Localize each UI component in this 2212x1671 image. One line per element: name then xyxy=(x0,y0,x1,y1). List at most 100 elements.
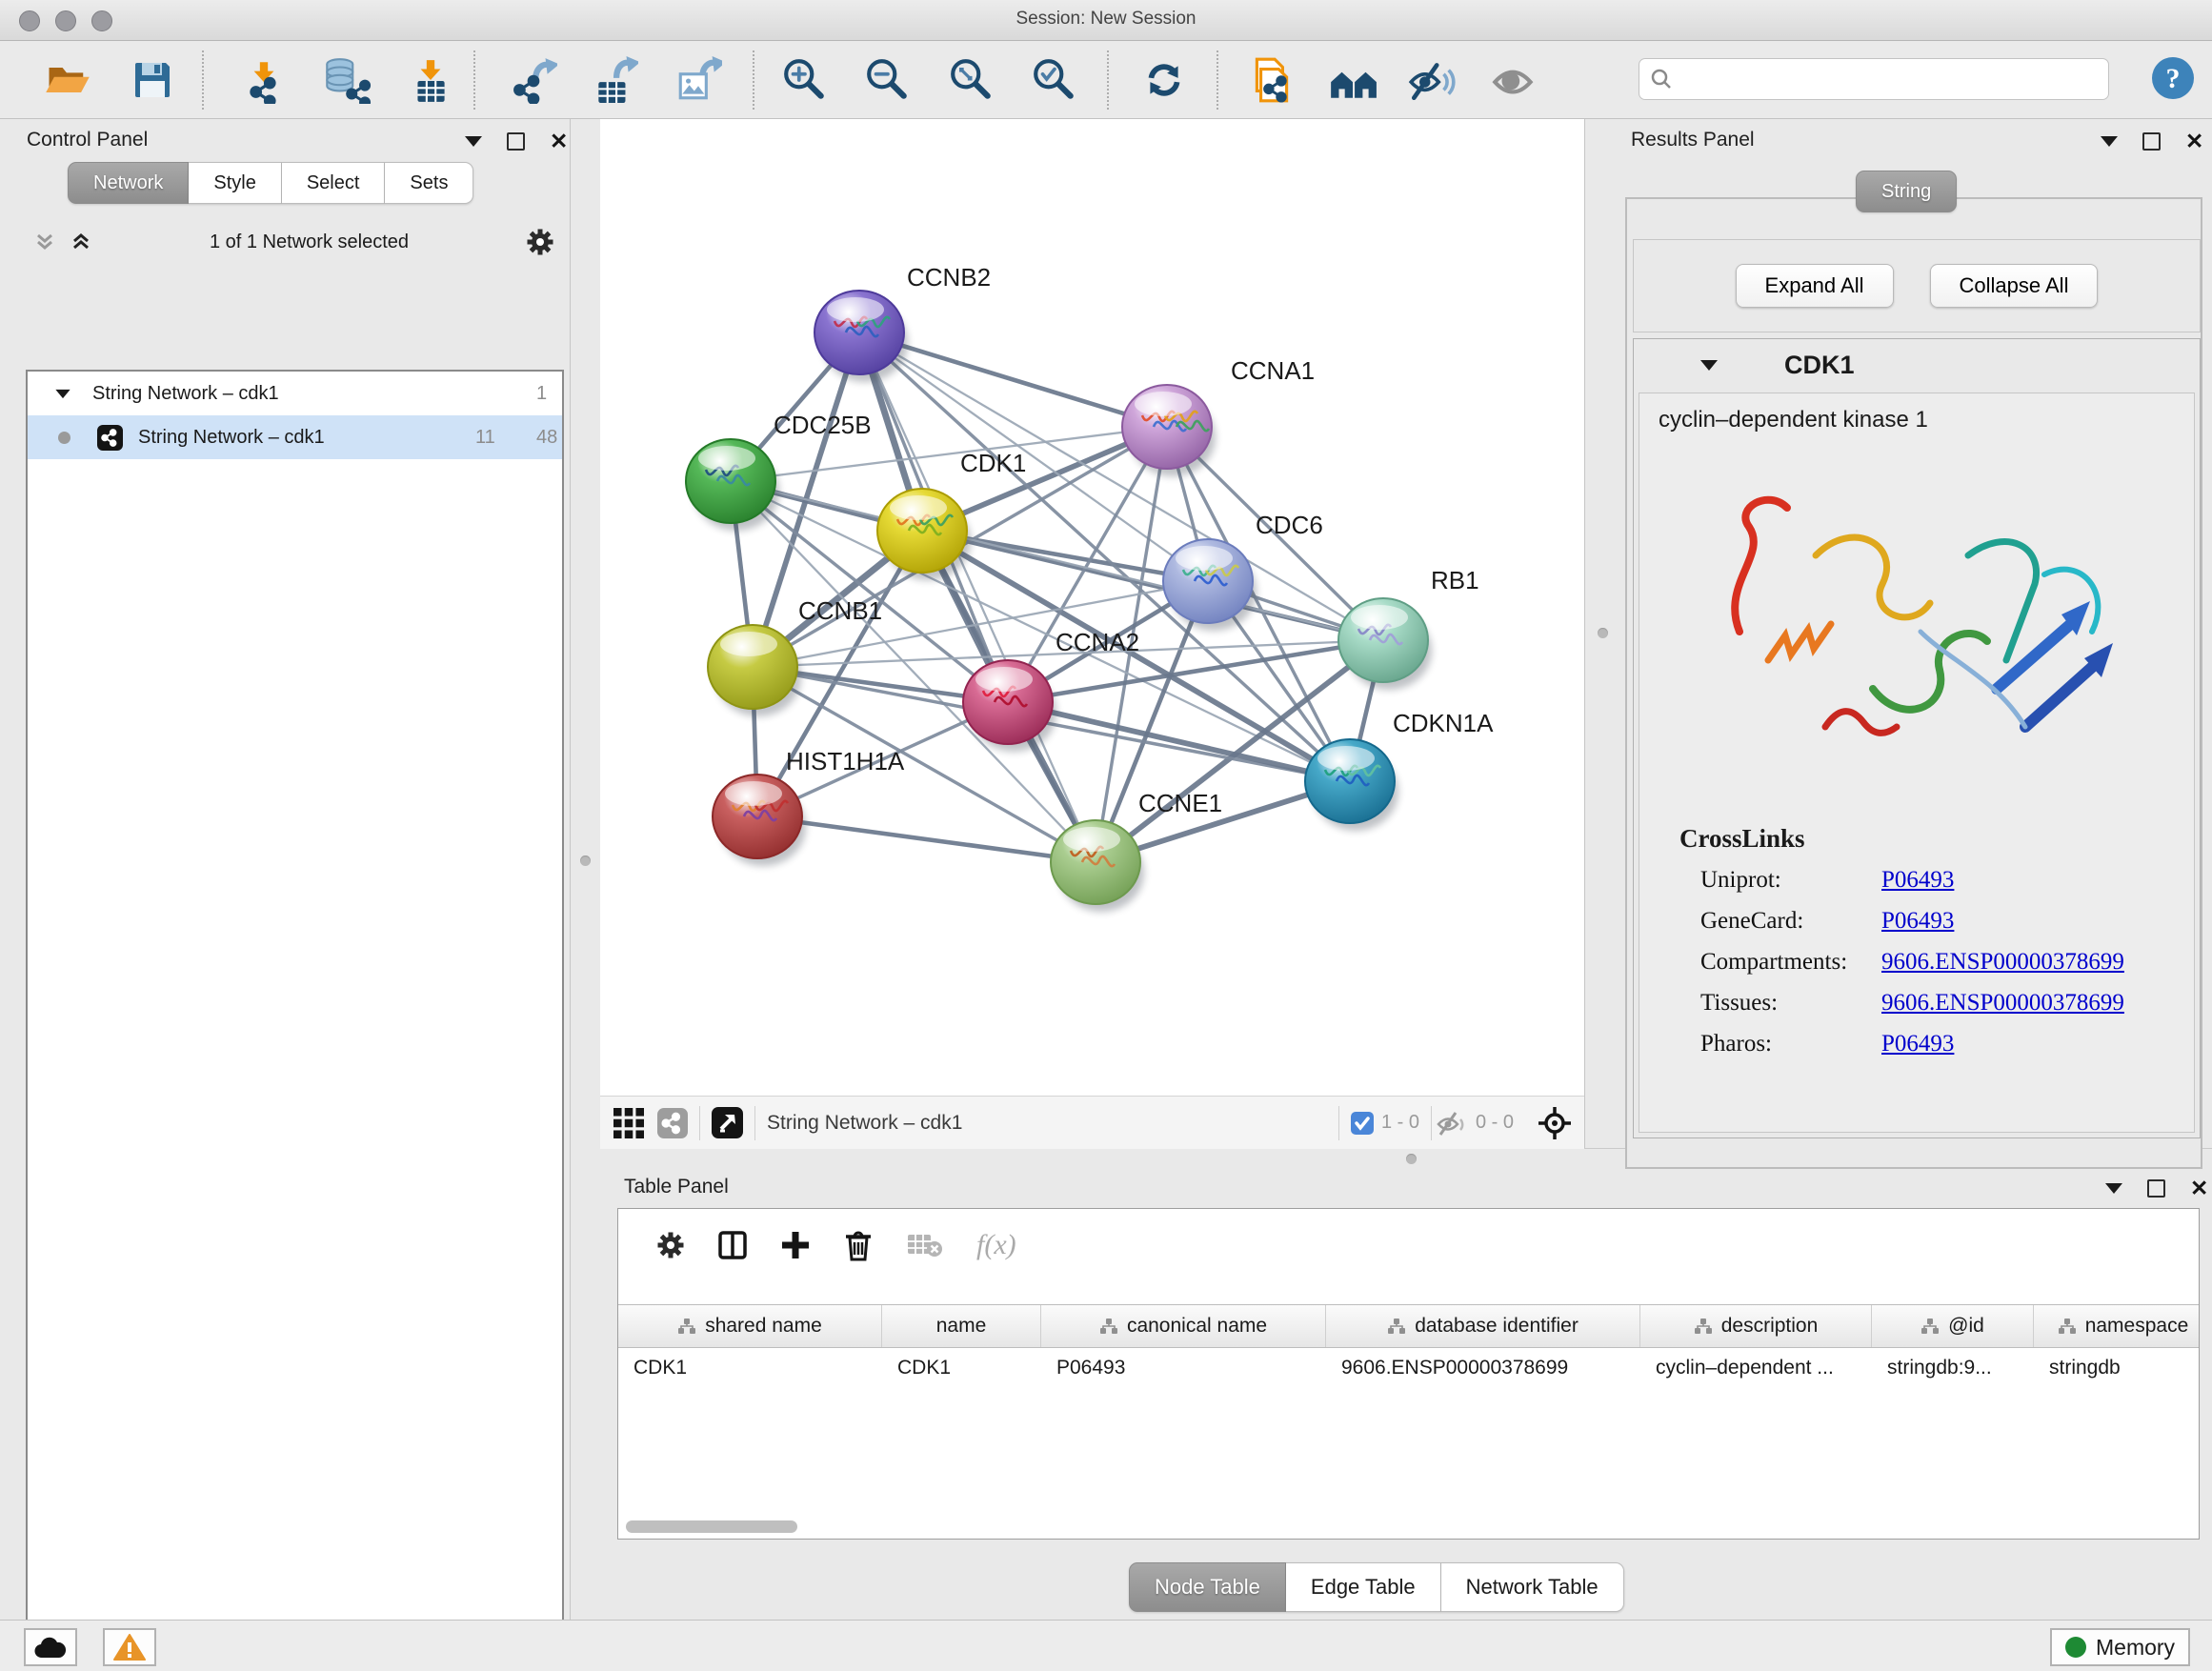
network-tree: String Network – cdk1 1 String Network –… xyxy=(26,370,564,1671)
network-edge-CCNE1-HIST1H1A[interactable] xyxy=(757,816,1096,862)
table-cell[interactable]: cyclin–dependent ... xyxy=(1640,1347,1872,1389)
open-folder-button[interactable] xyxy=(42,54,93,106)
pharos-link[interactable]: P06493 xyxy=(1881,1031,1954,1057)
table-row[interactable]: CDK1CDK1P064939606.ENSP00000378699cyclin… xyxy=(618,1347,2200,1389)
tab-edge-table[interactable]: Edge Table xyxy=(1286,1562,1441,1612)
hide-unhide-button[interactable] xyxy=(1406,54,1458,106)
selected-items-checkbox-icon[interactable] xyxy=(1351,1112,1374,1135)
network-row[interactable]: String Network – cdk1 11 48 xyxy=(28,415,562,459)
results-panel-title: Results Panel xyxy=(1631,129,1755,151)
network-node-CDC25B[interactable] xyxy=(686,439,779,531)
table-cell[interactable]: stringdb:9... xyxy=(1872,1347,2034,1389)
tab-style[interactable]: Style xyxy=(189,162,281,204)
network-edge-CCNA2-CDKN1A[interactable] xyxy=(1008,702,1350,781)
collapse-all-button[interactable]: Collapse All xyxy=(1930,264,2099,308)
network-collection-row[interactable]: String Network – cdk1 1 xyxy=(28,372,562,415)
birdseye-button[interactable] xyxy=(1327,54,1378,106)
control-panel-float-icon[interactable] xyxy=(507,132,525,151)
network-edge-CCNB2-CCNE1[interactable] xyxy=(859,332,1096,862)
table-panel-float-icon[interactable] xyxy=(2147,1179,2165,1198)
table-cell[interactable]: P06493 xyxy=(1041,1347,1326,1389)
zoom-out-button[interactable] xyxy=(862,54,914,106)
control-panel-menu-icon[interactable] xyxy=(465,136,482,147)
column-header-@id[interactable]: @id xyxy=(1872,1305,2034,1347)
protein-collapse-icon[interactable] xyxy=(1700,360,1718,371)
hidden-items-icon[interactable] xyxy=(1436,1109,1468,1137)
tissues-link[interactable]: 9606.ENSP00000378699 xyxy=(1881,990,2124,1017)
control-panel-close-icon[interactable]: ✕ xyxy=(550,131,568,152)
warning-icon xyxy=(113,1633,146,1661)
column-header-description[interactable]: description xyxy=(1640,1305,1872,1347)
column-header-namespace[interactable]: namespace xyxy=(2034,1305,2200,1347)
table-panel-menu-icon[interactable] xyxy=(2105,1183,2122,1194)
table-cell[interactable]: CDK1 xyxy=(618,1347,882,1389)
show-eye-button[interactable] xyxy=(1489,54,1540,106)
collection-expander-icon[interactable] xyxy=(55,389,70,397)
cloud-button[interactable] xyxy=(24,1628,77,1666)
memory-label: Memory xyxy=(2096,1635,2175,1661)
network-badge-icon[interactable] xyxy=(657,1108,688,1138)
export-image-button[interactable] xyxy=(673,54,724,106)
column-header-database-identifier[interactable]: database identifier xyxy=(1326,1305,1640,1347)
delete-column-icon[interactable] xyxy=(843,1229,874,1261)
search-input[interactable] xyxy=(1674,68,2108,91)
network-node-HIST1H1A[interactable] xyxy=(713,775,806,866)
import-table-button[interactable] xyxy=(405,54,456,106)
table-panel-close-icon[interactable]: ✕ xyxy=(2190,1178,2208,1199)
table-options-gear-icon[interactable] xyxy=(656,1231,685,1259)
tab-select[interactable]: Select xyxy=(282,162,386,204)
tab-string[interactable]: String xyxy=(1856,171,1957,212)
results-panel-close-icon[interactable]: ✕ xyxy=(2185,131,2203,152)
duplicate-network-button[interactable] xyxy=(1246,54,1297,106)
refresh-button[interactable] xyxy=(1138,54,1190,106)
node-label-CCNB2: CCNB2 xyxy=(907,263,991,292)
compartments-link[interactable]: 9606.ENSP00000378699 xyxy=(1881,949,2124,976)
table-cell[interactable]: 9606.ENSP00000378699 xyxy=(1326,1347,1640,1389)
add-column-icon[interactable] xyxy=(780,1230,811,1260)
import-database-button[interactable] xyxy=(320,54,372,106)
network-options-gear-icon[interactable] xyxy=(526,228,554,256)
column-header-canonical-name[interactable]: canonical name xyxy=(1041,1305,1326,1347)
show-columns-icon[interactable] xyxy=(717,1230,748,1260)
zoom-in-button[interactable] xyxy=(779,54,831,106)
network-node-CDKN1A[interactable] xyxy=(1305,739,1398,831)
network-label: String Network – cdk1 xyxy=(138,427,325,449)
network-canvas[interactable]: CCNB2CCNA1CDC25BCDK1CDC6RB1CCNB1CCNA2CDK… xyxy=(600,119,1584,1096)
tab-sets[interactable]: Sets xyxy=(385,162,473,204)
collapse-all-networks-icon[interactable] xyxy=(33,231,56,253)
column-header-shared-name[interactable]: shared name xyxy=(618,1305,882,1347)
uniprot-link[interactable]: P06493 xyxy=(1881,867,1954,894)
expand-all-button[interactable]: Expand All xyxy=(1736,264,1894,308)
zoom-fit-button[interactable] xyxy=(946,54,997,106)
table-cell[interactable]: stringdb xyxy=(2034,1347,2200,1389)
network-node-count: 11 xyxy=(475,427,495,449)
help-button[interactable]: ? xyxy=(2151,56,2195,100)
open-in-window-icon[interactable] xyxy=(712,1107,743,1138)
network-node-CCNA1[interactable] xyxy=(1122,385,1216,476)
network-status-dot-icon xyxy=(58,432,70,444)
column-header-name[interactable]: name xyxy=(882,1305,1041,1347)
results-panel-menu-icon[interactable] xyxy=(2101,136,2118,147)
tab-node-table[interactable]: Node Table xyxy=(1129,1562,1286,1612)
network-node-RB1[interactable] xyxy=(1338,598,1432,690)
network-node-CDC6[interactable] xyxy=(1163,539,1257,631)
import-network-button[interactable] xyxy=(238,54,290,106)
selection-mode-icon[interactable] xyxy=(1537,1105,1573,1141)
left-splitter[interactable] xyxy=(570,119,602,1620)
table-cell[interactable]: CDK1 xyxy=(882,1347,1041,1389)
birdseye-toggle-icon[interactable] xyxy=(613,1108,644,1138)
table-horizontal-scrollbar[interactable] xyxy=(626,1520,797,1533)
network-node-CDK1[interactable] xyxy=(877,489,971,580)
export-table-button[interactable] xyxy=(589,54,640,106)
zoom-selected-button[interactable] xyxy=(1029,54,1080,106)
genecard-link[interactable]: P06493 xyxy=(1881,908,1954,935)
results-panel-float-icon[interactable] xyxy=(2142,132,2161,151)
warnings-button[interactable] xyxy=(103,1628,156,1666)
search-box[interactable] xyxy=(1639,58,2109,100)
tab-network-table[interactable]: Network Table xyxy=(1441,1562,1624,1612)
expand-all-networks-icon[interactable] xyxy=(70,231,92,253)
export-network-button[interactable] xyxy=(508,54,559,106)
tab-network[interactable]: Network xyxy=(68,162,189,204)
memory-button[interactable]: Memory xyxy=(2050,1628,2190,1666)
save-button[interactable] xyxy=(127,54,178,106)
